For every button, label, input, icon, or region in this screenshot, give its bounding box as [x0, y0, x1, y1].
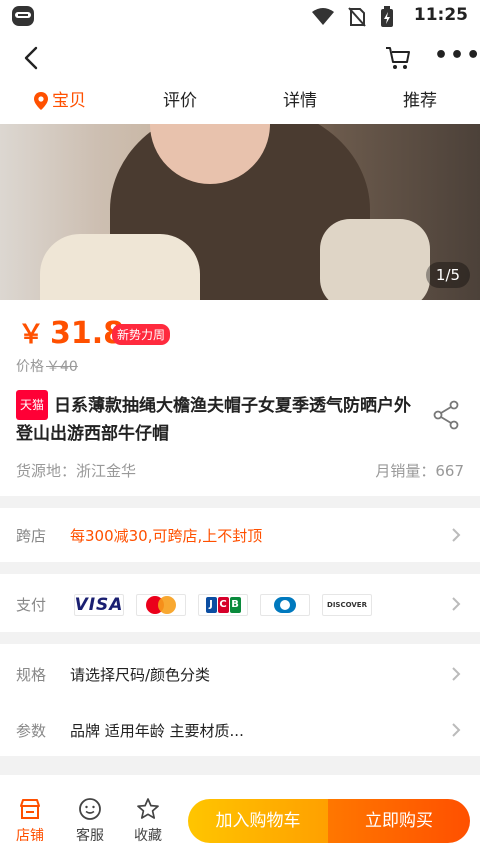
tab-item[interactable]: 宝贝: [0, 84, 120, 118]
product-photo-coat-right: [320, 219, 430, 300]
store-icon: [20, 799, 40, 819]
jcb-letter-c: C: [217, 597, 229, 613]
price: ￥ 31.8: [18, 314, 124, 351]
favorite-label: 收藏: [134, 828, 162, 844]
customer-service-label: 客服: [76, 828, 104, 844]
tmall-tag: 天猫: [16, 390, 49, 420]
spec-label: 规格: [16, 666, 47, 684]
original-price-value: ￥40: [46, 359, 78, 375]
jcb-letter-j: J: [205, 597, 217, 613]
currency-symbol: ￥: [18, 320, 45, 350]
promo-value: 每300减30,可跨店,上不封顶: [70, 527, 263, 545]
params-value[interactable]: 品牌 适用年龄 主要材质...: [70, 720, 244, 741]
diners-club-icon: [260, 594, 310, 616]
product-image-carousel[interactable]: 1/5: [0, 124, 480, 300]
monthly-sales: 月销量：667: [375, 462, 464, 480]
tab-reviews[interactable]: 评价: [120, 84, 240, 118]
payment-methods-row[interactable]: 支付 VISA JCB DISCOVER: [0, 574, 480, 632]
status-bar: 11:25: [0, 0, 480, 32]
favorite-button[interactable]: 收藏: [124, 797, 172, 845]
buy-now-button[interactable]: 立即购买: [328, 799, 470, 843]
original-price-label: 价格: [16, 359, 44, 375]
payment-card-list: VISA JCB DISCOVER: [74, 594, 372, 616]
bottom-action-bar: 店铺 客服 收藏 加入购物车 立即购买: [0, 775, 480, 853]
shopping-cart-icon[interactable]: [384, 44, 412, 72]
chevron-right-icon[interactable]: [450, 666, 462, 682]
chevron-right-icon: [452, 597, 461, 611]
jcb-letter-b: B: [229, 597, 241, 613]
shop-label: 店铺: [16, 828, 44, 844]
params-label: 参数: [16, 722, 47, 740]
tab-reviews-label: 评价: [163, 91, 197, 111]
visa-icon: VISA: [74, 594, 124, 616]
product-title-text: 日系薄款抽绳大檐渔夫帽子女夏季透气防晒户外登山出游西部牛仔帽: [16, 396, 412, 444]
promo-badge: 新势力周: [112, 324, 171, 345]
original-price: 价格 ￥40: [16, 356, 78, 376]
customer-service-button[interactable]: 客服: [66, 797, 114, 845]
clock: 11:25: [413, 5, 468, 25]
add-to-cart-button[interactable]: 加入购物车: [188, 799, 328, 843]
shop-button[interactable]: 店铺: [6, 797, 54, 845]
tab-details-label: 详情: [283, 91, 317, 111]
image-counter: 1/5: [426, 262, 470, 288]
top-navigation: ••• 宝贝 评价 详情 推荐: [0, 32, 480, 124]
back-arrow-icon[interactable]: [18, 44, 46, 72]
tab-recommend-label: 推荐: [403, 91, 437, 111]
mastercard-icon: [136, 594, 186, 616]
tab-recommend[interactable]: 推荐: [360, 84, 480, 118]
status-icons: [312, 6, 394, 28]
product-info-card: ￥ 31.8 新势力周 价格 ￥40 天猫 日系薄款抽绳大檐渔夫帽子女夏季透气防晒户…: [0, 300, 480, 496]
wifi-icon: [312, 8, 334, 25]
product-title: 天猫 日系薄款抽绳大檐渔夫帽子女夏季透气防晒户外登山出游西部牛仔帽: [16, 390, 426, 448]
discover-icon: DISCOVER: [322, 594, 372, 616]
product-photo-coat: [40, 234, 200, 300]
tab-details[interactable]: 详情: [240, 84, 360, 118]
chevron-right-icon[interactable]: [450, 722, 462, 738]
spec-select[interactable]: 请选择尺码/颜色分类: [70, 664, 210, 685]
location-pin-icon: [34, 92, 48, 110]
jcb-icon: JCB: [198, 594, 248, 616]
share-icon[interactable]: [432, 400, 460, 430]
customer-service-icon: [79, 798, 101, 820]
more-options-icon[interactable]: •••: [434, 45, 480, 70]
cross-store-promo-row[interactable]: 跨店 每300减30,可跨店,上不封顶: [0, 508, 480, 562]
star-icon: [137, 798, 159, 819]
no-sim-icon: [348, 7, 366, 27]
spec-params-section: 规格 请选择尺码/颜色分类 参数 品牌 适用年龄 主要材质...: [0, 644, 480, 756]
battery-charging-icon: [381, 6, 393, 27]
payment-label: 支付: [16, 596, 47, 614]
ship-origin: 货源地：浙江金华: [16, 462, 137, 480]
chevron-right-icon: [452, 528, 461, 542]
promo-label: 跨店: [16, 527, 47, 545]
section-tabs: 宝贝 评价 详情 推荐: [0, 84, 480, 118]
app-notification-icon: [12, 6, 34, 26]
tab-item-label: 宝贝: [52, 91, 86, 111]
